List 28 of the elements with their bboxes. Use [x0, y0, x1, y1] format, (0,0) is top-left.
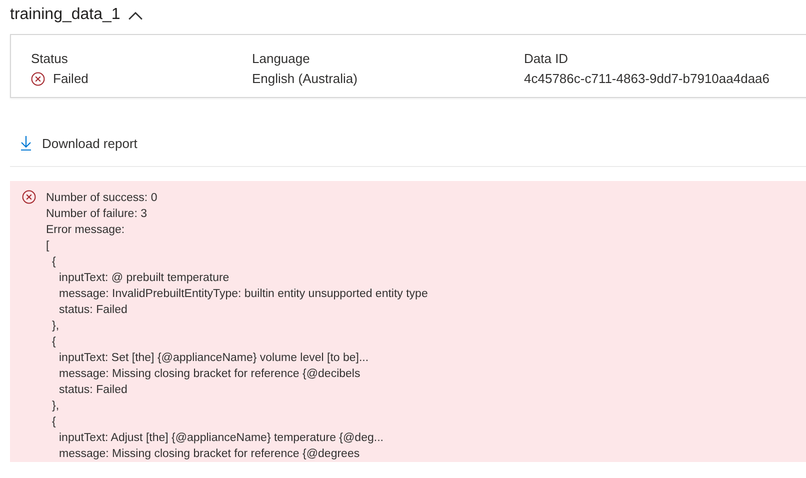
error-line: message: Missing closing bracket for reference {@degrees: [58, 447, 361, 462]
error-line: {: [51, 335, 57, 350]
field-label: Data ID: [524, 50, 570, 68]
error-line: status: Failed: [58, 303, 128, 318]
error-icon: [22, 190, 36, 204]
error-line: {: [51, 415, 57, 430]
error-line: Number of success: 0: [46, 191, 158, 206]
field-value: 4c45786c-c711-4863-9dd7-b7910aa4daa6: [524, 70, 770, 88]
download-report-button[interactable]: Download report: [20, 135, 138, 151]
error-line: inputText: Adjust [the] {@applianceName} temperature {@deg...: [58, 431, 384, 446]
error-line: message: Missing closing bracket for reference {@decibels: [58, 367, 362, 382]
section-title: training_data_1: [10, 6, 120, 24]
error-line: [: [46, 239, 50, 254]
chevron-up-icon: [128, 10, 144, 20]
error-line: },: [51, 319, 60, 334]
error-line: },: [51, 399, 60, 414]
error-line: {: [51, 255, 57, 270]
error-line: Error message:: [46, 223, 126, 238]
error-line: inputText: @ prebuilt temperature: [58, 271, 230, 286]
error-line: Number of failure: 3: [46, 207, 148, 222]
field-value: English (Australia): [252, 70, 358, 88]
error-line: status: Failed: [58, 383, 128, 398]
error-line: message: InvalidPrebuiltEntityType: builtin entity unsupported entity type: [58, 287, 428, 302]
error-line: inputText: Set [the] {@applianceName} volume level [to be]...: [58, 351, 370, 366]
download-icon: [20, 135, 32, 151]
field-label: Language: [252, 50, 311, 68]
field-value: Failed: [53, 70, 88, 88]
field-label: Status: [31, 50, 69, 68]
